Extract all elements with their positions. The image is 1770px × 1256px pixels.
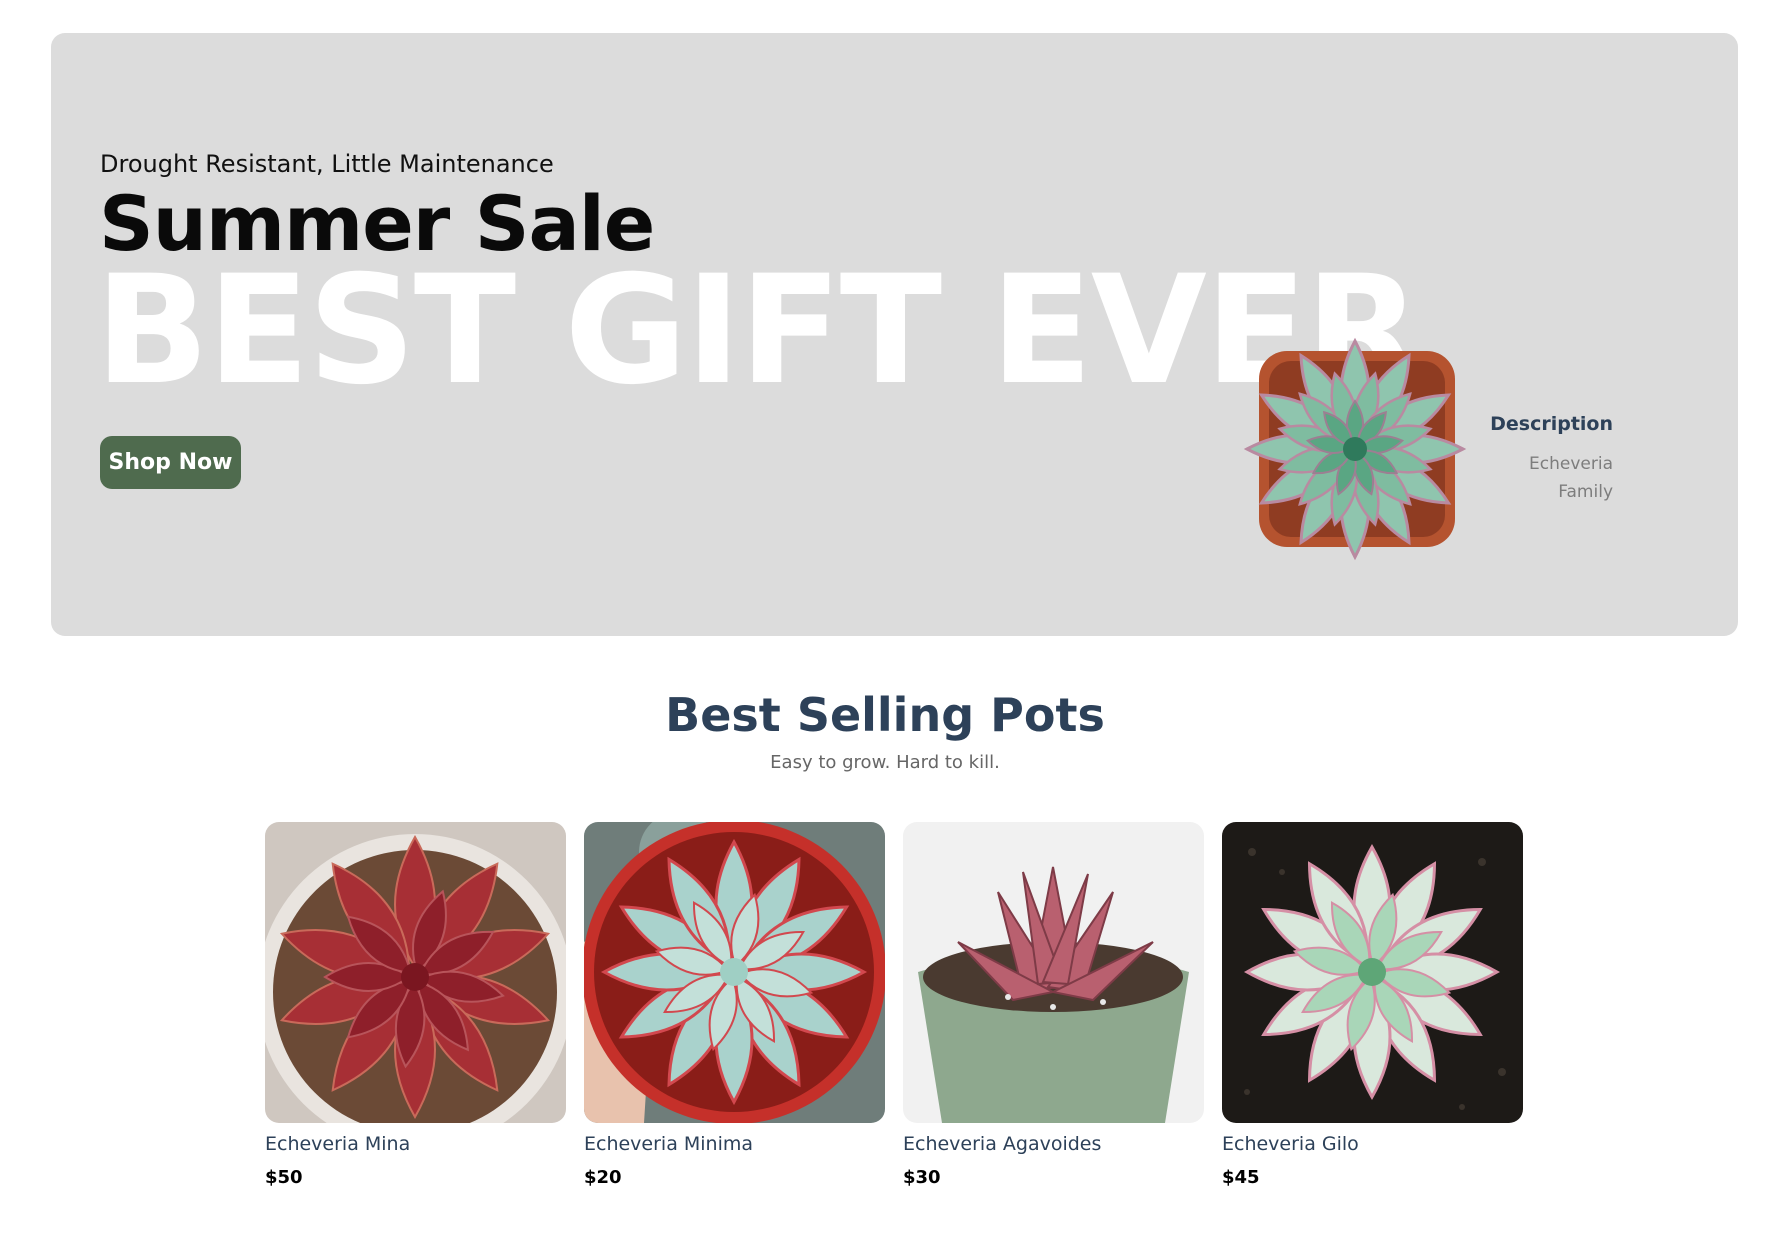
best-selling-title: Best Selling Pots	[665, 688, 1105, 742]
hero-bigword: BEST GIFT EVER	[95, 244, 1421, 418]
product-image-echeveria-mina[interactable]	[265, 822, 566, 1123]
product-image-echeveria-minima[interactable]	[584, 822, 885, 1123]
product-card[interactable]: Echeveria Mina $50	[265, 822, 566, 1188]
best-selling-subtitle: Easy to grow. Hard to kill.	[770, 752, 1000, 773]
product-card[interactable]: Echeveria Minima $20	[584, 822, 885, 1188]
product-price: $45	[1222, 1167, 1260, 1188]
product-name[interactable]: Echeveria Agavoides	[903, 1133, 1204, 1155]
product-price: $20	[584, 1167, 622, 1188]
product-price: $50	[265, 1167, 303, 1188]
product-name[interactable]: Echeveria Minima	[584, 1133, 885, 1155]
description-title: Description	[1490, 413, 1613, 435]
description-line-1: Echeveria	[1529, 454, 1613, 474]
product-name[interactable]: Echeveria Gilo	[1222, 1133, 1523, 1155]
hero-succulent-image	[1243, 337, 1467, 561]
hero-description: Description Echeveria Family	[1453, 413, 1613, 505]
shop-now-button[interactable]: Shop Now	[100, 436, 241, 489]
product-card[interactable]: Echeveria Agavoides $30	[903, 822, 1204, 1188]
hero-eyebrow: Drought Resistant, Little Maintenance	[100, 150, 554, 178]
product-grid: Echeveria Mina $50 Echeveria Minima $20 …	[265, 822, 1523, 1188]
product-image-echeveria-agavoides[interactable]	[903, 822, 1204, 1123]
product-card[interactable]: Echeveria Gilo $45	[1222, 822, 1523, 1188]
product-name[interactable]: Echeveria Mina	[265, 1133, 566, 1155]
description-line-2: Family	[1558, 481, 1613, 502]
hero-banner: Drought Resistant, Little Maintenance Su…	[51, 33, 1738, 636]
product-price: $30	[903, 1167, 941, 1188]
product-image-echeveria-gilo[interactable]	[1222, 822, 1523, 1123]
